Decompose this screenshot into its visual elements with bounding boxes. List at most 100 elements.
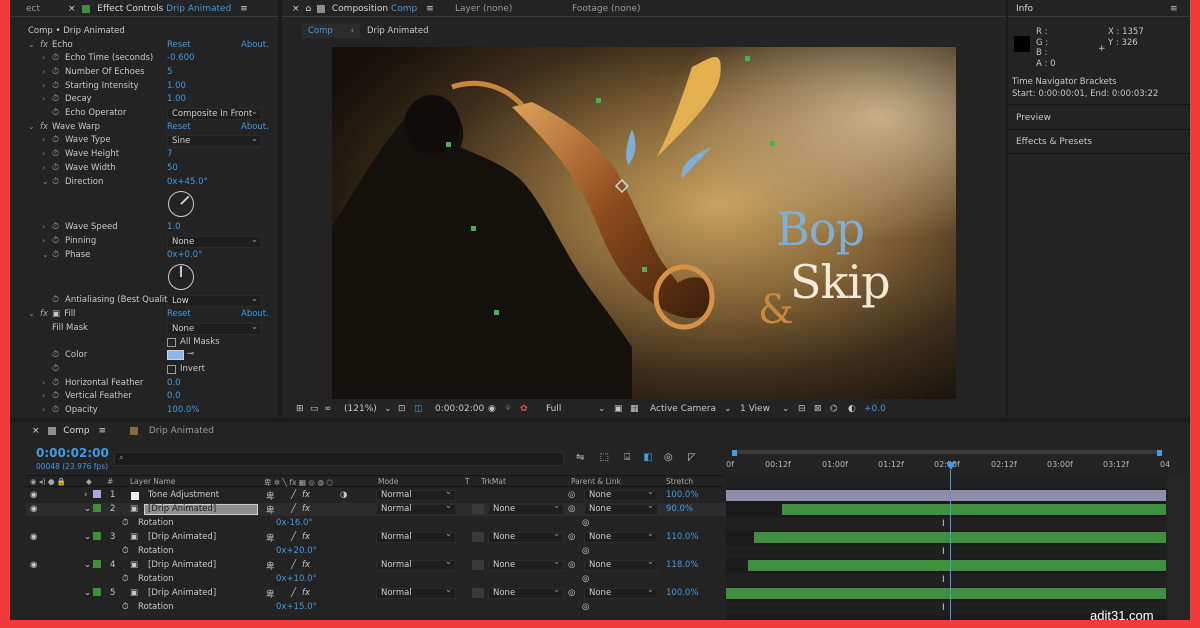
close-icon[interactable]: ×	[292, 4, 300, 14]
fast-previews-icon[interactable]: ⊟	[798, 404, 806, 414]
property-row[interactable]: All Masks	[10, 337, 264, 350]
property-value[interactable]: 0x+20.0°	[276, 546, 317, 556]
stopwatch-icon[interactable]: ⏱	[52, 135, 59, 145]
property-row[interactable]: › ⏱ Opacity 100.0%	[10, 405, 264, 418]
track-matte-dropdown[interactable]: None	[488, 586, 564, 599]
expand-arrow-icon[interactable]: ›	[84, 490, 87, 500]
layer-duration-bar[interactable]	[748, 560, 1166, 571]
fx-icon[interactable]: fx	[40, 122, 48, 132]
work-area-end[interactable]	[1157, 450, 1162, 456]
phase-dial[interactable]	[168, 264, 194, 290]
property-value[interactable]: 0x+0.0°	[167, 250, 202, 260]
current-time[interactable]: 0:00:02:00	[435, 404, 484, 414]
stopwatch-icon[interactable]: ⏱	[52, 295, 59, 305]
layer-name[interactable]: Tone Adjustment	[148, 490, 219, 500]
stopwatch-icon[interactable]: ⏱	[52, 350, 59, 360]
layer-name[interactable]: [Drip Animated]	[148, 588, 216, 598]
exposure-value[interactable]: +0.0	[864, 404, 886, 414]
stopwatch-icon[interactable]: ⏱	[52, 250, 59, 260]
expand-arrow-icon[interactable]: ›	[42, 67, 45, 76]
quality-switch-icon[interactable]: ╱	[291, 588, 296, 598]
layer-name[interactable]: [Drip Animated]	[148, 504, 216, 514]
fx-icon[interactable]: fx	[40, 309, 48, 319]
property-value[interactable]: 5	[167, 67, 172, 77]
effects-presets-panel-header[interactable]: Effects & Presets	[1016, 137, 1092, 147]
property-row[interactable]: › ⏱ Echo Time (seconds) -0.600	[10, 53, 264, 66]
property-row[interactable]: ⏱ Invert	[10, 364, 264, 377]
property-value[interactable]: 1.0	[167, 222, 181, 232]
close-icon[interactable]: ×	[68, 4, 76, 14]
blend-mode-dropdown[interactable]: Normal	[376, 586, 456, 599]
layer-row[interactable]: ◉ › 1 Tone Adjustment 卑 ╱ fx ◑ Normal ◎ …	[26, 488, 740, 502]
preserve-transparency-toggle[interactable]	[472, 588, 484, 598]
menu-icon[interactable]: ≡	[426, 4, 434, 14]
expand-arrow-icon[interactable]: ›	[42, 149, 45, 158]
fill-mask-dropdown[interactable]: None	[167, 322, 262, 335]
timeline-current-time[interactable]: 0:00:02:00	[36, 446, 109, 460]
work-area-bar[interactable]	[732, 450, 1162, 454]
always-preview-icon[interactable]: ⊞	[296, 404, 304, 414]
layer-duration-bar[interactable]	[782, 504, 1166, 515]
fx-switch-icon[interactable]: fx	[302, 490, 310, 500]
parent-link-column[interactable]: Parent & Link	[571, 477, 621, 486]
property-value[interactable]: 100.0%	[167, 405, 199, 415]
view-layout-dropdown[interactable]: 1 View	[740, 404, 770, 414]
property-row[interactable]: › ⏱ Horizontal Feather 0.0	[10, 378, 264, 391]
stopwatch-icon[interactable]: ⏱	[52, 53, 59, 63]
property-row[interactable]: › ⏱ Wave Height 7	[10, 149, 264, 162]
quality-switch-icon[interactable]: ╱	[291, 490, 296, 500]
keyframe-marker-icon[interactable]: I	[942, 575, 945, 585]
echo-operator-dropdown[interactable]: Composite In Front	[167, 107, 262, 120]
chevron-down-icon[interactable]: ⌄	[782, 404, 790, 414]
parent-dropdown[interactable]: None	[584, 502, 658, 515]
collapse-arrow-icon[interactable]: ⌄	[28, 309, 35, 318]
expand-arrow-icon[interactable]: ›	[42, 391, 45, 400]
label-color[interactable]	[93, 532, 101, 540]
eye-icon[interactable]: ◉	[30, 490, 37, 500]
reset-link[interactable]: Reset	[167, 40, 191, 50]
tab-footage[interactable]: Footage (none)	[572, 4, 641, 14]
parent-dropdown[interactable]: None	[584, 530, 658, 543]
color-swatch[interactable]	[167, 350, 184, 360]
expression-pickwhip-icon[interactable]: ◎	[582, 574, 589, 584]
collapse-arrow-icon[interactable]: ⌄	[42, 177, 49, 186]
expand-arrow-icon[interactable]: ›	[42, 53, 45, 62]
property-value[interactable]: 0x+10.0°	[276, 574, 317, 584]
property-row[interactable]: ⏱ Color ⊸	[10, 349, 264, 363]
tab-timeline-comp[interactable]: × Comp ≡	[32, 426, 106, 436]
property-row[interactable]: ⏱ Rotation 0x+10.0° ◎	[26, 573, 740, 586]
expand-arrow-icon[interactable]: ›	[42, 405, 45, 414]
parent-dropdown[interactable]: None	[584, 488, 658, 501]
stretch-value[interactable]: 90.0%	[666, 504, 693, 514]
safe-zones-icon[interactable]: ⊡	[398, 404, 406, 414]
label-color[interactable]	[93, 490, 101, 498]
property-row[interactable]: ⏱ Rotation 0x-16.0° ◎	[26, 517, 740, 530]
timeline-scrollbar[interactable]	[1168, 474, 1190, 620]
stretch-value[interactable]: 100.0%	[666, 490, 698, 500]
fx-switch-icon[interactable]: fx	[302, 588, 310, 598]
shy-switch-icon[interactable]: 卑	[266, 532, 275, 544]
menu-icon[interactable]: ≡	[98, 426, 106, 436]
collapse-arrow-icon[interactable]: ⌄	[84, 560, 91, 570]
stopwatch-icon[interactable]: ⏱	[52, 236, 59, 246]
transparency-grid-icon[interactable]: ◫	[414, 404, 423, 414]
comp-mini-flowchart-icon[interactable]: ⇋	[576, 452, 584, 463]
parent-dropdown[interactable]: None	[584, 558, 658, 571]
quality-switch-icon[interactable]: ╱	[291, 504, 296, 514]
tab-composition[interactable]: × ⌂ Composition Comp ≡	[292, 4, 434, 14]
property-row[interactable]: › ⏱ Decay 1.00	[10, 94, 264, 107]
property-value[interactable]: 0x+45.0°	[167, 177, 208, 187]
pickwhip-icon[interactable]: ◎	[568, 490, 575, 500]
property-row[interactable]: ⌄ ⏱ Phase 0x+0.0°	[10, 250, 264, 263]
parent-dropdown[interactable]: None	[584, 586, 658, 599]
property-row[interactable]: ⏱ Rotation 0x+20.0° ◎	[26, 545, 740, 558]
close-icon[interactable]: ×	[32, 426, 40, 436]
toggle-transparency-icon[interactable]: ▦	[630, 404, 639, 414]
expand-arrow-icon[interactable]: ›	[42, 236, 45, 245]
property-row[interactable]: ⏱ Echo Operator Composite In Front	[10, 107, 264, 121]
motion-blur-icon[interactable]: ◎	[664, 452, 673, 463]
playhead-handle[interactable]	[946, 462, 956, 470]
eye-icon[interactable]: ◉	[30, 504, 37, 514]
wave-type-dropdown[interactable]: Sine	[167, 134, 262, 147]
property-row[interactable]: Fill Mask None	[10, 322, 264, 336]
